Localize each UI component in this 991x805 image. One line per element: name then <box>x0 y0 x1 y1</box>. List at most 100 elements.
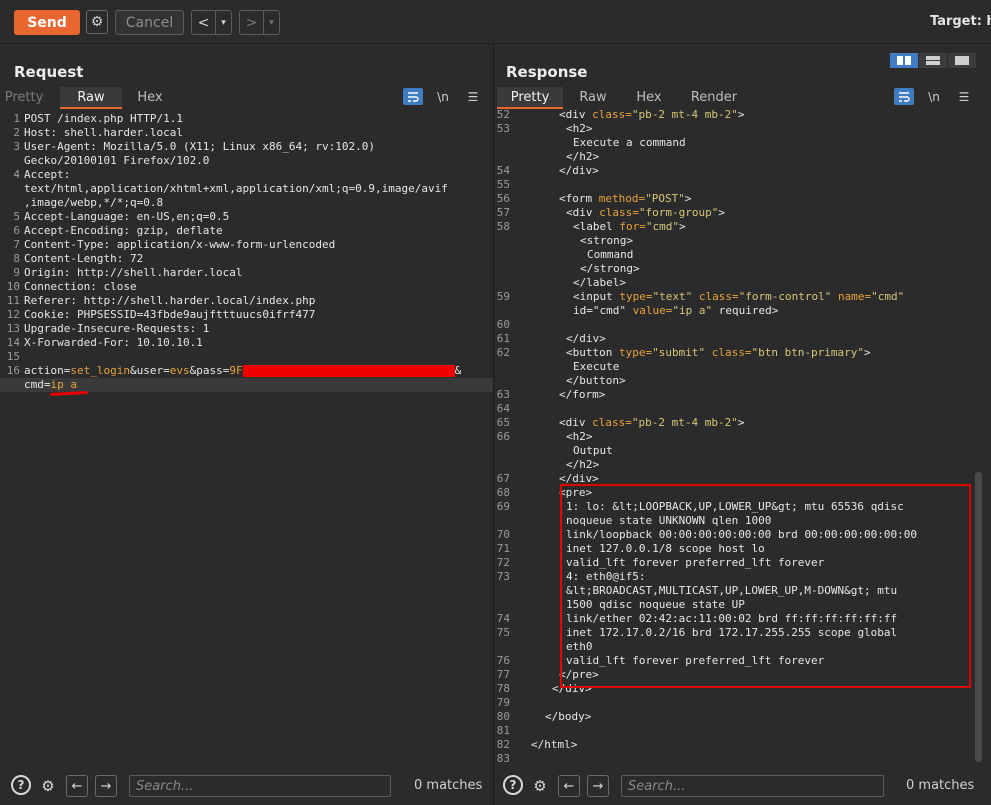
help-icon[interactable]: ? <box>503 775 523 795</box>
line-number: 67 <box>496 472 510 485</box>
code-text: <strong> <box>514 234 991 248</box>
code-text: X-Forwarded-For: 10.10.10.1 <box>24 336 203 349</box>
tab-pretty[interactable]: Pretty <box>497 87 563 109</box>
code-line: </h2> <box>495 458 991 472</box>
code-text: <div class="pb-2 mt-4 mb-2"> <box>514 416 991 430</box>
tab-render[interactable]: Render <box>675 87 753 109</box>
back-icon[interactable]: ← <box>558 775 580 797</box>
code-line: Gecko/20100101 Firefox/102.0 <box>0 154 493 168</box>
layout-side-by-side-icon[interactable] <box>890 53 918 68</box>
code-text: Content-Length: 72 <box>24 252 144 265</box>
newline-toggle-icon[interactable]: \n <box>924 88 944 105</box>
tab-hex[interactable]: Hex <box>122 87 178 109</box>
code-line: 56 <form method="POST"> <box>495 192 991 206</box>
word-wrap-icon[interactable] <box>894 88 914 105</box>
tag-bracket: > <box>592 164 599 177</box>
tag-bracket: > <box>864 346 871 359</box>
code-text: </h2> <box>514 150 991 164</box>
layout-single-icon[interactable] <box>948 53 976 68</box>
forward-button[interactable]: > ▾ <box>239 10 280 35</box>
tab-hex[interactable]: Hex <box>623 87 675 109</box>
back-arrow-icon[interactable]: < <box>192 11 216 34</box>
code-text: ,image/webp,*/*;q=0.8 <box>24 196 164 209</box>
forward-arrow-icon[interactable]: > <box>240 11 264 34</box>
word-wrap-icon[interactable] <box>403 88 423 105</box>
code-line: cmd=ip a <box>0 378 493 392</box>
line-number: 1 <box>13 112 20 125</box>
code-text: Accept-Language: en-US,en;q=0.5 <box>24 210 230 223</box>
code-line: 58 <label for="cmd"> <box>495 220 991 234</box>
param-value: ip a <box>50 378 78 391</box>
tag-name: </h2 <box>566 458 593 471</box>
attr-value: "cmd" <box>871 290 905 303</box>
attr-name: method= <box>592 192 646 205</box>
code-text: </div> <box>514 164 991 178</box>
line-number: 8 <box>13 252 20 265</box>
search-input[interactable]: Search... <box>129 775 391 797</box>
param-key: action= <box>24 364 71 377</box>
back-dropdown-icon[interactable]: ▾ <box>216 11 231 34</box>
gear-icon[interactable]: ⚙ <box>37 775 59 797</box>
code-text: <h2> <box>514 122 991 136</box>
code-line: text/html,application/xhtml+xml,applicat… <box>0 182 493 196</box>
line-number: 64 <box>496 402 510 415</box>
line-number <box>495 598 514 612</box>
line-number: 73 <box>496 570 510 583</box>
tab-pretty[interactable]: Pretty <box>0 87 48 109</box>
line-number: 2 <box>13 126 20 139</box>
tab-raw[interactable]: Raw <box>60 87 122 109</box>
request-editor[interactable]: 1 POST /index.php HTTP/1.1 2 Host: shell.ha… <box>0 112 493 392</box>
help-icon[interactable]: ? <box>11 775 31 795</box>
annotation-underline <box>49 391 89 396</box>
code-text: id="cmd" value="ip a" required> <box>573 304 779 317</box>
menu-icon[interactable]: ☰ <box>954 88 974 105</box>
forward-icon[interactable]: → <box>587 775 609 797</box>
line-number: 60 <box>496 318 510 331</box>
tag-bracket: > <box>737 108 745 121</box>
gear-icon[interactable]: ⚙ <box>529 775 551 797</box>
tag-name: </strong <box>580 262 633 275</box>
line-number <box>0 154 24 168</box>
request-title: Request <box>14 63 84 81</box>
line-number: 80 <box>496 710 510 723</box>
target-label[interactable]: Target: ht <box>930 14 991 29</box>
line-number <box>495 150 514 164</box>
settings-button[interactable]: ⚙ <box>86 10 108 34</box>
line-number <box>495 248 514 262</box>
menu-icon[interactable]: ☰ <box>463 88 483 105</box>
tag-bracket: > <box>618 374 626 387</box>
code-line: 52 <div class="pb-2 mt-4 mb-2"> <box>495 108 991 122</box>
param-key: &pass= <box>189 364 230 377</box>
cancel-button[interactable]: Cancel <box>115 10 184 35</box>
code-line: 13 Upgrade-Insecure-Requests: 1 <box>0 322 493 336</box>
tab-raw[interactable]: Raw <box>563 87 623 109</box>
layout-stacked-icon[interactable] <box>919 53 947 68</box>
line-number: 57 <box>496 206 510 219</box>
back-icon[interactable]: ← <box>66 775 88 797</box>
forward-dropdown-icon[interactable]: ▾ <box>264 11 279 34</box>
code-text: <div class="form-group"> <box>514 206 991 220</box>
line-number <box>495 276 514 290</box>
search-input[interactable]: Search... <box>621 775 884 797</box>
code-line: 6 Accept-Encoding: gzip, deflate <box>0 224 493 238</box>
code-text: </form> <box>514 388 991 402</box>
attr-value: "pb-2 mt-4 mb-2" <box>631 416 738 429</box>
line-number: 63 <box>496 388 510 401</box>
newline-toggle-icon[interactable]: \n <box>433 88 453 105</box>
forward-icon[interactable]: → <box>95 775 117 797</box>
tag-bracket: > <box>626 234 633 247</box>
line-number <box>495 234 514 248</box>
tag-bracket: > <box>684 192 692 205</box>
code-line: 14 X-Forwarded-For: 10.10.10.1 <box>0 336 493 350</box>
attr-value: "ip a" <box>672 304 713 317</box>
vertical-scrollbar[interactable] <box>975 472 982 762</box>
tag-bracket: > <box>679 220 686 233</box>
param-key: cmd= <box>24 378 51 391</box>
send-button[interactable]: Send <box>14 10 80 35</box>
back-button[interactable]: < ▾ <box>191 10 232 35</box>
line-number: 53 <box>496 122 510 135</box>
line-number: 3 <box>13 140 20 153</box>
code-line: 10 Connection: close <box>0 280 493 294</box>
tag-bracket: > <box>598 388 606 401</box>
